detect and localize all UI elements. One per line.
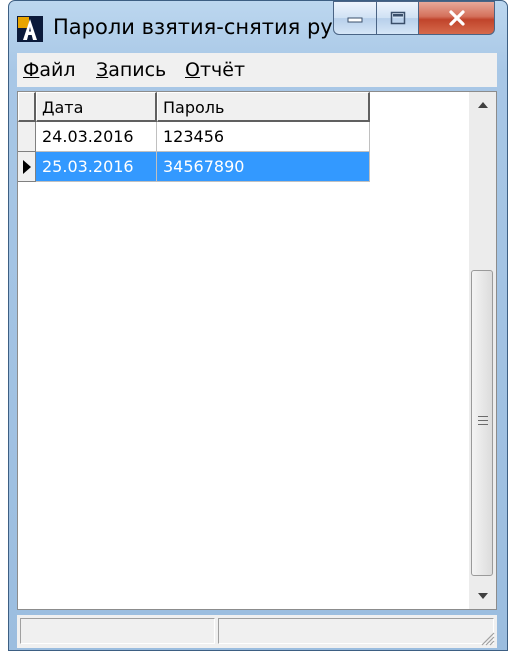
close-icon <box>448 10 465 26</box>
triangle-right-icon <box>23 160 31 174</box>
scroll-up-button[interactable] <box>469 92 496 118</box>
status-panel-2 <box>218 618 494 644</box>
arrow-up-icon <box>477 102 488 108</box>
cell-text: 24.03.2016 <box>42 127 134 146</box>
table-cell-password[interactable]: 123456 <box>157 122 370 152</box>
maximize-icon <box>390 11 405 25</box>
menu-record[interactable]: Запись <box>96 59 166 81</box>
app-icon[interactable] <box>17 16 43 42</box>
column-header-date-label: Дата <box>42 98 84 117</box>
cell-text: 25.03.2016 <box>42 157 134 176</box>
window-controls <box>333 1 495 35</box>
menu-file[interactable]: Файл <box>23 59 76 81</box>
row-indicator[interactable] <box>18 122 36 152</box>
scrollbar-thumb[interactable] <box>471 270 493 576</box>
menu-report[interactable]: Отчёт <box>185 59 245 81</box>
vertical-scrollbar[interactable] <box>469 92 496 609</box>
table-cell-date[interactable]: 24.03.2016 <box>36 122 157 152</box>
title-bar[interactable]: Пароли взятия-снятия ручных... <box>9 1 507 53</box>
status-bar <box>17 615 497 648</box>
scroll-down-button[interactable] <box>469 583 496 609</box>
cell-text: 34567890 <box>163 157 245 176</box>
column-header-password-label: Пароль <box>163 98 225 117</box>
close-button[interactable] <box>419 1 495 35</box>
thumb-grip-icon <box>478 416 488 425</box>
minimize-icon <box>347 17 363 23</box>
maximize-button[interactable] <box>377 1 419 35</box>
grid-corner-header <box>18 92 36 122</box>
resize-grip-icon[interactable] <box>479 630 495 646</box>
app-window: Пароли взятия-снятия ручных... Файл Запи… <box>8 0 508 651</box>
cell-text: 123456 <box>163 127 225 146</box>
menu-bar: Файл Запись Отчёт <box>17 53 497 87</box>
status-panel-1 <box>20 618 215 644</box>
column-header-date[interactable]: Дата <box>36 92 157 122</box>
minimize-button[interactable] <box>333 1 377 35</box>
table-cell-password-selected[interactable]: 34567890 <box>157 152 370 182</box>
row-indicator-current[interactable] <box>18 152 36 182</box>
arrow-down-icon <box>477 593 488 599</box>
table-cell-date-selected[interactable]: 25.03.2016 <box>36 152 157 182</box>
column-header-password[interactable]: Пароль <box>157 92 370 122</box>
data-grid: Дата Пароль 24.03.2016 123456 25.03.2016… <box>17 91 497 610</box>
